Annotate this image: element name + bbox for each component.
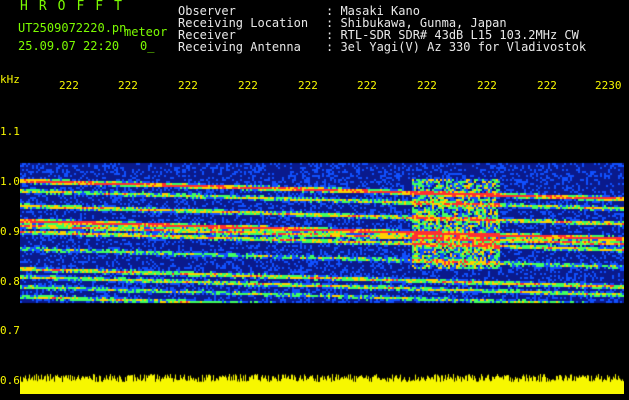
x-tick: 222 — [118, 79, 138, 92]
file-name: UT2509072220.pn — [18, 21, 127, 35]
y-tick: 1.0 — [0, 175, 20, 188]
info-value-antenna: : 3el Yagi(V) Az 330 for Vladivostok — [326, 40, 587, 54]
x-tick: 222 — [477, 79, 497, 92]
y-tick: 1.1 — [0, 125, 20, 138]
x-tick: 222 — [238, 79, 258, 92]
y-tick: 0.8 — [0, 275, 20, 288]
info-label-antenna: Receiving Antenna — [178, 40, 301, 54]
x-tick: 222 — [537, 79, 557, 92]
x-tick: 222 — [417, 79, 437, 92]
tag-label: meteor — [124, 25, 168, 39]
y-axis-unit: kHz — [0, 73, 20, 86]
x-tick: 222 — [357, 79, 377, 92]
date-time: 25.09.07 22:20 — [18, 39, 120, 53]
waterfall-canvas — [20, 98, 624, 394]
x-tick: 2230 — [595, 79, 622, 92]
y-tick: 0.7 — [0, 324, 20, 337]
hrofft-screen: HROFFT UT2509072220.pn meteor 25.09.07 2… — [0, 0, 629, 400]
x-tick: 222 — [59, 79, 79, 92]
y-tick: 0.9 — [0, 225, 20, 238]
y-tick: 0.6 — [0, 374, 20, 387]
spectrogram-plot — [20, 98, 624, 394]
extra-indicator: 0_ — [140, 39, 155, 53]
x-tick: 222 — [178, 79, 198, 92]
x-tick: 222 — [298, 79, 318, 92]
app-title: HROFFT — [20, 0, 133, 14]
